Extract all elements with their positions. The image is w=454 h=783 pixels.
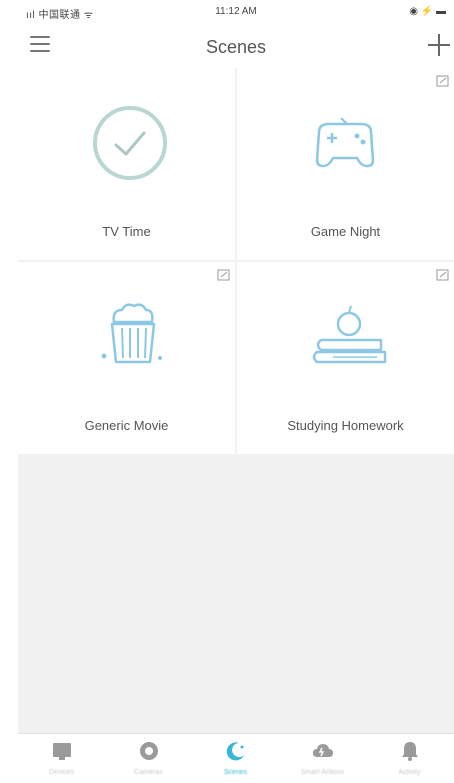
scene-label: Studying Homework — [287, 418, 404, 433]
tab-smart-actions[interactable]: Smart Actions — [279, 734, 366, 783]
app-screen: ııl 中国联通 ᯤ 11:12 AM ◉ ⚡ ▬ Scenes TV Time — [18, 0, 454, 783]
popcorn-icon — [101, 303, 162, 364]
status-time: 11:12 AM — [215, 6, 257, 17]
scene-tile-game-night[interactable]: Game Night — [237, 68, 454, 260]
tab-label: Smart Actions — [300, 769, 345, 776]
scene-tile-generic-movie[interactable]: Generic Movie — [18, 262, 235, 454]
gamepad-icon — [315, 117, 375, 168]
bell-icon — [402, 742, 418, 761]
status-bar: ııl 中国联通 ᯤ 11:12 AM ◉ ⚡ ▬ — [18, 0, 454, 24]
scene-tile-tv-time[interactable]: TV Time — [18, 68, 235, 260]
plus-icon[interactable] — [428, 34, 450, 56]
checkmark-circle-icon — [93, 106, 167, 180]
tab-label: Devices — [49, 769, 74, 776]
navigation-bar: Scenes — [18, 24, 454, 68]
battery-status: ◉ ⚡ ▬ — [409, 6, 446, 17]
camera-icon — [140, 742, 158, 760]
tab-cameras[interactable]: Cameras — [105, 734, 192, 783]
tab-activity[interactable]: Activity — [366, 734, 453, 783]
scenes-grid: TV Time Game Night Generic Movie Studyin… — [18, 68, 454, 454]
scene-label: Generic Movie — [84, 418, 169, 433]
tab-label: Scenes — [223, 769, 248, 776]
bottom-tab-bar: Devices Cameras Scenes Smart Actions Act… — [18, 733, 454, 783]
cloud-smart-actions-icon — [313, 744, 333, 757]
tab-label: Activity — [398, 769, 421, 776]
scene-label: TV Time — [102, 224, 151, 239]
scenes-moon-icon — [226, 742, 244, 761]
tab-scenes[interactable]: Scenes — [192, 734, 279, 783]
scene-tile-studying-homework[interactable]: Studying Homework — [237, 262, 454, 454]
tab-devices[interactable]: Devices — [18, 734, 105, 783]
page-title: Scenes — [205, 37, 267, 57]
scene-label: Game Night — [310, 224, 381, 239]
devices-icon — [53, 743, 71, 760]
apple-books-icon — [312, 305, 387, 364]
tab-label: Cameras — [134, 769, 163, 776]
